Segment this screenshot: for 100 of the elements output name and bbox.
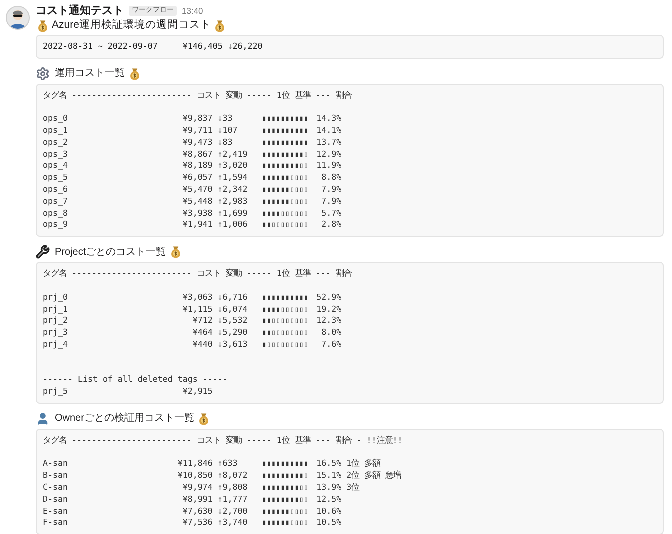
money-bag-icon	[197, 412, 212, 426]
tag-name: F-san	[43, 517, 69, 530]
share-percent: 8.8%	[320, 172, 342, 184]
tag-name: prj_2	[43, 315, 69, 328]
cost-change: ↓6,716	[218, 292, 249, 304]
cost-value: ¥9,711	[182, 124, 213, 137]
cost-value: ¥10,850	[178, 470, 213, 482]
cost-value: ¥1,115	[182, 304, 213, 316]
share-percent: 8.0%	[320, 327, 342, 339]
section-title: 運用コスト一覧	[55, 67, 125, 82]
column-header: タグ名 ------------------------ コスト 変動 ----- 1位 基準 --- 割合	[43, 268, 353, 280]
share-percent: 7.6%	[320, 338, 342, 351]
cost-change: ↑1,594	[218, 172, 249, 184]
cost-value: ¥8,867	[182, 148, 213, 160]
cost-value: ¥5,470	[182, 184, 213, 196]
cost-value: ¥1,941	[182, 219, 213, 232]
cost-value: ¥3,938	[182, 208, 213, 220]
cost-value: ¥5,448	[182, 196, 213, 208]
alert-note: 3位	[346, 482, 360, 494]
tag-name: E-san	[43, 506, 69, 518]
share-percent: 11.9%	[316, 160, 342, 172]
share-percent: 10.6%	[316, 506, 342, 518]
money-bag-icon	[36, 18, 50, 33]
money-bag-icon	[169, 245, 184, 260]
share-percent: 14.3%	[316, 113, 342, 125]
wrench-icon	[36, 245, 50, 260]
cost-change: ↑3,020	[218, 160, 249, 172]
tag-name: prj_1	[43, 304, 69, 316]
cost-change: ↓83	[218, 136, 234, 149]
tag-name: ops_7	[43, 196, 69, 208]
tag-name: ops_1	[43, 124, 69, 137]
person-icon	[36, 412, 50, 426]
cost-change: ↑8,072	[218, 470, 249, 482]
money-bag-icon	[213, 18, 228, 33]
cost-value: ¥9,974	[182, 482, 213, 494]
share-percent: 10.5%	[316, 517, 342, 530]
share-percent: 13.7%	[316, 136, 342, 149]
cost-change: ↓33	[218, 113, 234, 125]
cost-change: ↑2,342	[218, 184, 249, 196]
tag-name: A-san	[43, 458, 69, 470]
tag-name: ops_4	[43, 160, 69, 172]
cost-change: ↑3,740	[218, 517, 249, 530]
section-title: Ownerごとの検証用コスト一覧	[55, 412, 194, 426]
cost-value: ¥8,991	[182, 494, 213, 506]
share-percent: 7.9%	[320, 184, 342, 196]
share-percent: 52.9%	[316, 292, 342, 304]
date-range: 2022-08-31 ~ 2022-09-07	[43, 40, 158, 53]
cost-value: ¥712	[192, 315, 213, 328]
cost-change: ↓3,613	[218, 338, 249, 351]
total-cost: ¥146,405 ↓26,220	[182, 40, 263, 53]
share-percent: 16.5%	[316, 458, 342, 470]
share-percent: 15.1%	[316, 470, 342, 482]
tag-name: D-san	[43, 494, 69, 506]
cost-change: ↑1,777	[218, 494, 249, 506]
cost-value: ¥3,063	[182, 292, 213, 304]
cost-change: ↑2,983	[218, 196, 249, 208]
message-title: Azure運用検証環境の週間コスト	[52, 18, 212, 33]
cost-change: ↓2,700	[218, 506, 249, 518]
section-title: Projectごとのコスト一覧	[55, 246, 166, 260]
avatar	[6, 6, 30, 30]
cost-change: ↓107	[218, 124, 239, 137]
cost-value: ¥11,846	[178, 458, 213, 470]
cost-change: ↓6,074	[218, 304, 249, 316]
cost-value: ¥464	[192, 327, 213, 339]
tag-name: ops_8	[43, 208, 69, 220]
share-percent: 5.7%	[320, 208, 342, 220]
tag-name: ops_3	[43, 148, 69, 160]
tag-name: prj_4	[43, 338, 69, 351]
money-bag-icon	[128, 66, 142, 81]
tag-name: prj_3	[43, 327, 69, 339]
share-percent: 12.3%	[316, 315, 342, 328]
cost-change: ↑2,419	[218, 148, 249, 160]
cost-change: ↑633	[218, 458, 239, 470]
share-percent: 2.8%	[320, 219, 342, 232]
tag-name: ops_5	[43, 172, 69, 184]
column-header: タグ名 ------------------------ コスト 変動 ----- 1位 基準 --- 割合 - !!注意!!	[43, 434, 404, 447]
cost-value: ¥440	[192, 338, 213, 351]
alert-note: 1位 多額	[346, 458, 381, 470]
cost-change: ↑1,699	[218, 208, 249, 220]
sender-name: コスト通知テスト	[36, 4, 124, 19]
cost-change: ↓5,290	[218, 327, 249, 339]
share-percent: 19.2%	[316, 304, 342, 316]
tag-name: ops_2	[43, 136, 69, 149]
cost-value: ¥7,536	[182, 517, 213, 530]
share-percent: 7.9%	[320, 196, 342, 208]
gear-icon	[36, 66, 50, 81]
cost-change: ↑1,006	[218, 219, 249, 232]
cost-value: ¥8,189	[182, 160, 213, 172]
share-percent: 12.9%	[316, 148, 342, 160]
timestamp: 13:40	[182, 4, 204, 18]
cost-value: ¥2,915	[182, 386, 213, 398]
cost-value: ¥7,630	[182, 506, 213, 518]
tag-name: prj_5	[43, 386, 69, 398]
deleted-tags-heading: ------ List of all deleted tags -----	[43, 374, 229, 386]
cost-value: ¥9,837	[182, 113, 213, 125]
share-percent: 13.9%	[316, 482, 342, 494]
column-header: タグ名 ------------------------ コスト 変動 ----- 1位 基準 --- 割合	[43, 90, 353, 102]
share-percent: 14.1%	[316, 124, 342, 137]
tag-name: ops_9	[43, 219, 69, 232]
cost-change: ↑9,808	[218, 482, 249, 494]
